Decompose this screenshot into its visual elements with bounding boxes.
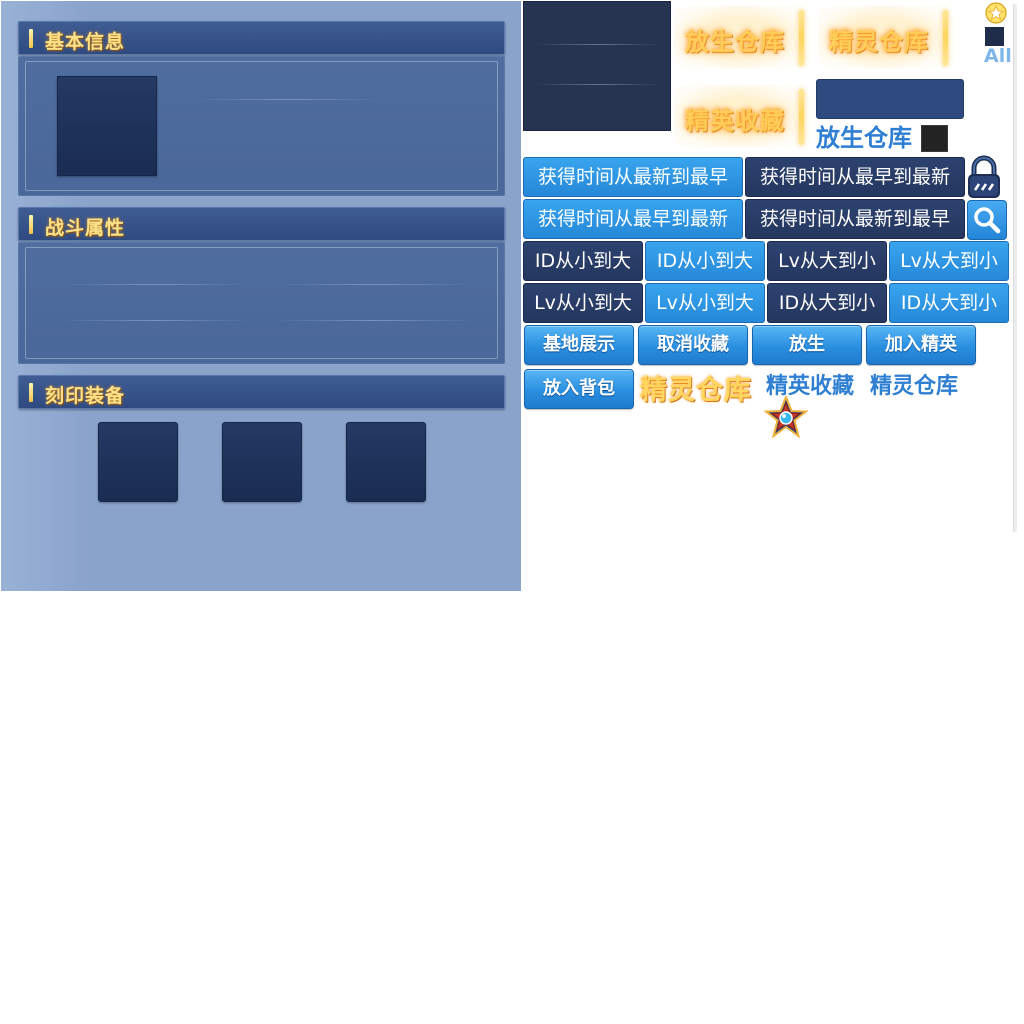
sort-id-asc-light[interactable]: ID从小到大: [645, 241, 765, 281]
sort-lv-asc-dark[interactable]: Lv从小到大: [523, 283, 643, 323]
equipment-slot-2[interactable]: [222, 422, 302, 502]
spirit-warehouse-blue-label[interactable]: 精灵仓库: [870, 368, 958, 400]
dark-swatch: [985, 27, 1004, 46]
sort-lv-desc-light[interactable]: Lv从大到小: [889, 241, 1009, 281]
tab-elite-collection-label: 精英收藏: [685, 107, 785, 135]
add-to-bag-button[interactable]: 放入背包: [524, 369, 634, 409]
tab-glow-bar: [799, 10, 804, 66]
sort-time-newest-first-alt[interactable]: 获得时间从最新到最早: [745, 199, 965, 239]
battle-attributes-frame: [25, 247, 498, 359]
imprint-equipment-header: 刻印装备: [18, 375, 505, 409]
base-display-button[interactable]: 基地展示: [524, 325, 634, 365]
sort-lv-desc-dark[interactable]: Lv从大到小: [767, 241, 887, 281]
sort-id-asc-dark[interactable]: ID从小到大: [523, 241, 643, 281]
tab-glow-bar: [943, 10, 948, 66]
sort-id-desc-dark[interactable]: ID从大到小: [767, 283, 887, 323]
lock-icon[interactable]: [966, 155, 1002, 200]
header-accent-bar: [29, 383, 33, 402]
search-icon: [974, 207, 1001, 234]
sort-lv-asc-light[interactable]: Lv从小到大: [645, 283, 765, 323]
equipment-slot-3[interactable]: [346, 422, 426, 502]
tab-spirit-warehouse[interactable]: 精灵仓库: [818, 6, 948, 68]
tab-glow-bar: [799, 89, 804, 145]
sort-time-newest-first[interactable]: 获得时间从最新到最早: [523, 157, 743, 197]
divider-line: [60, 320, 250, 321]
basic-info-header: 基本信息: [18, 21, 505, 55]
preview-box: [523, 1, 671, 131]
all-filter-label[interactable]: All: [984, 45, 1012, 67]
tab-elite-collection[interactable]: 精英收藏: [674, 85, 804, 147]
tab-release-warehouse[interactable]: 放生仓库: [674, 6, 804, 68]
sort-time-oldest-first-alt[interactable]: 获得时间从最早到最新: [523, 199, 743, 239]
divider-line: [195, 99, 380, 100]
tab-release-warehouse-label: 放生仓库: [685, 28, 785, 56]
black-swatch: [921, 125, 948, 152]
header-accent-bar: [29, 215, 33, 234]
battle-attributes-body: [18, 242, 505, 364]
pet-avatar-slot[interactable]: [57, 76, 157, 176]
equipment-slot-1[interactable]: [98, 422, 178, 502]
sort-time-oldest-first[interactable]: 获得时间从最早到最新: [745, 157, 965, 197]
divider-line: [275, 320, 475, 321]
divider-line: [275, 284, 475, 285]
release-warehouse-blue-label[interactable]: 放生仓库: [816, 118, 912, 153]
tab-spirit-warehouse-label: 精灵仓库: [829, 28, 929, 56]
cancel-collection-button[interactable]: 取消收藏: [638, 325, 748, 365]
basic-info-title: 基本信息: [45, 31, 126, 53]
add-elite-button[interactable]: 加入精英: [866, 325, 976, 365]
spirit-warehouse-gold-label[interactable]: 精灵仓库: [640, 368, 752, 407]
star-emblem-icon: [763, 394, 809, 439]
vertical-scrollbar[interactable]: [1013, 4, 1017, 532]
divider-line: [536, 84, 660, 85]
star-badge-icon: [985, 2, 1007, 24]
header-accent-bar: [29, 29, 33, 48]
divider-line: [60, 284, 250, 285]
search-button[interactable]: [967, 200, 1007, 240]
divider-line: [536, 44, 660, 45]
imprint-equipment-title: 刻印装备: [45, 385, 126, 407]
battle-attributes-header: 战斗属性: [18, 207, 505, 241]
tab-blue-background[interactable]: [816, 79, 964, 119]
release-button[interactable]: 放生: [752, 325, 862, 365]
sort-id-desc-light[interactable]: ID从大到小: [889, 283, 1009, 323]
battle-attributes-title: 战斗属性: [45, 217, 126, 239]
